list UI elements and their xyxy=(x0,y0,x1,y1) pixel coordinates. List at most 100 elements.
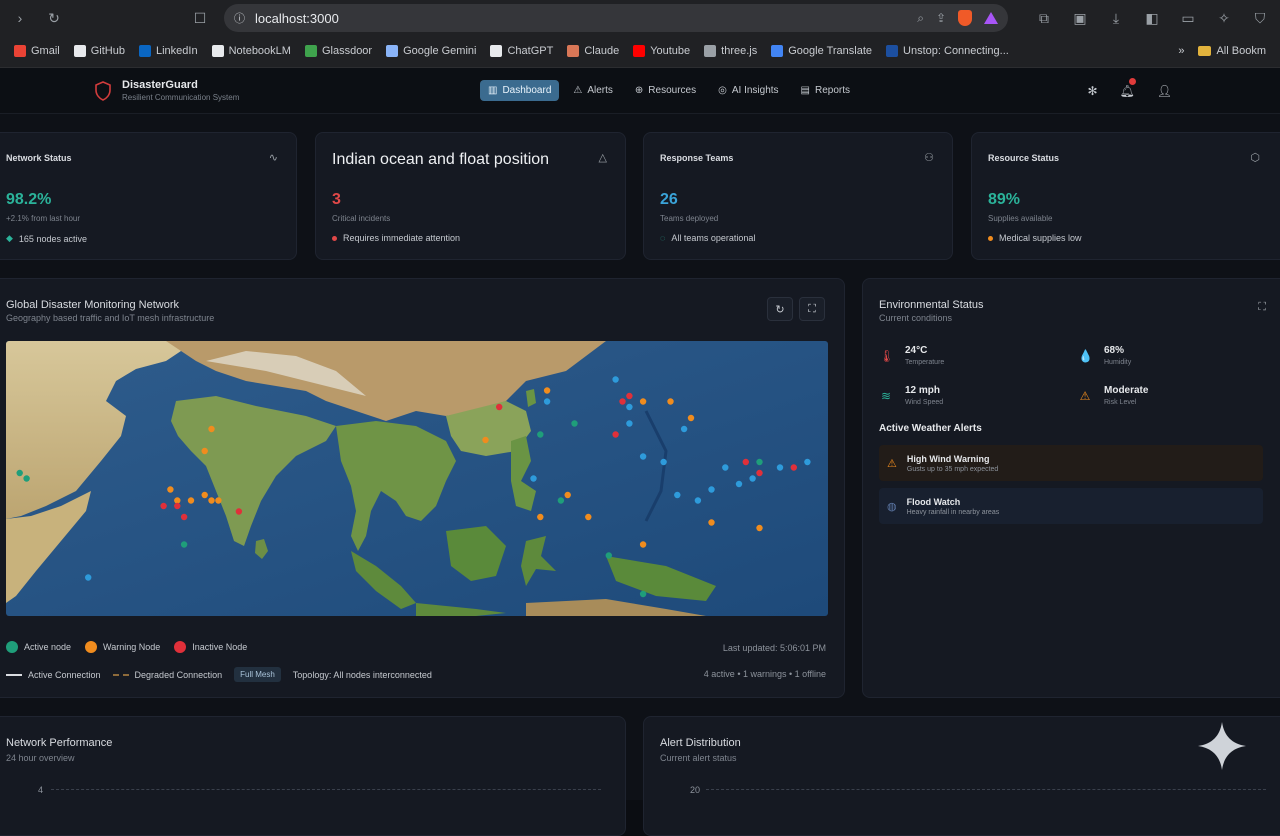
bookmark-star-icon[interactable]: ☐ xyxy=(188,6,212,30)
map-node-info[interactable] xyxy=(749,475,756,482)
nav-alerts[interactable]: ⚠ Alerts xyxy=(565,80,621,101)
map-node-info[interactable] xyxy=(804,458,811,466)
refresh-button[interactable]: ↻ xyxy=(767,297,793,321)
map-node-info[interactable] xyxy=(735,480,743,488)
map-node-inactive[interactable] xyxy=(742,458,749,466)
map-node-active[interactable] xyxy=(557,497,565,504)
map-node-active[interactable] xyxy=(180,541,188,548)
brave-shield-icon[interactable] xyxy=(958,10,972,26)
reading-mode-icon[interactable]: ▣ xyxy=(1068,6,1092,30)
map-node-info[interactable] xyxy=(680,425,688,433)
brave-rewards-icon[interactable] xyxy=(984,12,998,24)
map-node-warning[interactable] xyxy=(208,425,215,433)
map-node-info[interactable] xyxy=(708,486,715,493)
map-node-info[interactable] xyxy=(776,464,784,471)
map-node-active[interactable] xyxy=(605,552,612,559)
map-node-warning[interactable] xyxy=(201,491,208,499)
map-node-active[interactable] xyxy=(16,469,23,477)
share-icon[interactable]: ⇪ xyxy=(936,11,946,25)
forward-icon[interactable]: › xyxy=(8,6,32,30)
map-node-inactive[interactable] xyxy=(180,513,188,521)
bookmark-item[interactable]: Google Translate xyxy=(771,45,872,57)
map-node-info[interactable] xyxy=(530,475,537,482)
bookmarks-overflow-button[interactable]: » xyxy=(1178,45,1184,57)
nav-reports[interactable]: ▤ Reports xyxy=(793,80,858,101)
map-node-warning[interactable] xyxy=(639,541,647,548)
weather-alert[interactable]: ⚠ High Wind Warning Gusts up to 35 mph exp… xyxy=(879,445,1263,481)
brand[interactable]: DisasterGuard Resilient Communication Sy… xyxy=(94,79,480,102)
map-node-info[interactable] xyxy=(722,464,729,471)
map-node-inactive[interactable] xyxy=(496,403,503,411)
zoom-icon[interactable]: ⌕ xyxy=(917,11,924,26)
map-node-info[interactable] xyxy=(694,497,702,504)
map-node-inactive[interactable] xyxy=(790,464,797,471)
wallet-icon[interactable]: ▭ xyxy=(1176,6,1200,30)
gemini-sparkle-icon[interactable] xyxy=(1198,722,1246,770)
map-node-warning[interactable] xyxy=(174,497,181,504)
map-node-inactive[interactable] xyxy=(235,508,243,515)
nav-resources[interactable]: ⊕ Resources xyxy=(627,80,704,101)
user-icon[interactable]: 👤︎ xyxy=(1157,84,1172,98)
leo-ai-icon[interactable]: ✧ xyxy=(1212,6,1236,30)
map-node-warning[interactable] xyxy=(201,447,208,455)
map-node-info[interactable] xyxy=(626,403,633,411)
world-map[interactable] xyxy=(6,341,828,616)
map-node-warning[interactable] xyxy=(187,497,195,504)
map-node-warning[interactable] xyxy=(482,436,489,444)
bookmark-item[interactable]: Google Gemini xyxy=(386,45,476,57)
map-node-info[interactable] xyxy=(660,458,667,466)
map-node-inactive[interactable] xyxy=(174,502,181,510)
nav-dashboard[interactable]: ▥ Dashboard xyxy=(480,80,560,101)
map-node-warning[interactable] xyxy=(708,519,715,526)
map-node-warning[interactable] xyxy=(208,497,215,504)
nav-ai-insights[interactable]: ◎ AI Insights xyxy=(710,80,786,101)
map-node-warning[interactable] xyxy=(215,497,222,504)
bookmark-item[interactable]: GitHub xyxy=(73,45,125,57)
map-node-warning[interactable] xyxy=(585,513,592,521)
map-node-info[interactable] xyxy=(543,398,551,405)
map-node-info[interactable] xyxy=(626,420,633,427)
all-bookmarks-folder[interactable]: All Bookm xyxy=(1198,45,1266,57)
vpn-icon[interactable]: ⛉ xyxy=(1248,6,1272,30)
settings-icon[interactable]: ✻ xyxy=(1087,84,1097,98)
map-node-active[interactable] xyxy=(537,431,544,438)
map-node-warning[interactable] xyxy=(167,486,174,493)
bookmark-item[interactable]: NotebookLM xyxy=(211,45,291,57)
bookmark-item[interactable]: Glassdoor xyxy=(304,45,372,57)
bookmark-item[interactable]: LinkedIn xyxy=(138,45,198,57)
map-node-warning[interactable] xyxy=(564,491,571,499)
map-node-warning[interactable] xyxy=(639,398,647,405)
map-node-info[interactable] xyxy=(85,574,92,581)
url-text[interactable]: localhost:3000 xyxy=(255,11,907,26)
bookmark-item[interactable]: Youtube xyxy=(633,45,690,57)
map-node-warning[interactable] xyxy=(537,513,544,521)
sidebar-icon[interactable]: ◧ xyxy=(1140,6,1164,30)
reload-icon[interactable]: ↻ xyxy=(42,6,66,30)
map-node-inactive[interactable] xyxy=(756,469,763,477)
map-node-active[interactable] xyxy=(639,590,647,598)
map-node-inactive[interactable] xyxy=(160,502,167,510)
map-node-inactive[interactable] xyxy=(626,392,633,400)
map-node-active[interactable] xyxy=(23,475,30,482)
map-node-inactive[interactable] xyxy=(619,398,626,405)
site-info-icon[interactable]: ⓘ xyxy=(234,10,245,26)
map-node-active[interactable] xyxy=(756,458,763,466)
map-node-info[interactable] xyxy=(639,453,647,460)
weather-alert[interactable]: ◍ Flood Watch Heavy rainfall in nearby are… xyxy=(879,488,1263,524)
map-node-inactive[interactable] xyxy=(612,431,619,438)
bookmark-item[interactable]: ChatGPT xyxy=(490,45,553,57)
bookmark-item[interactable]: Unstop: Connecting... xyxy=(886,45,1009,57)
fullscreen-button[interactable]: ⛶ xyxy=(799,297,825,321)
map-node-warning[interactable] xyxy=(756,524,763,532)
bookmark-item[interactable]: Gmail xyxy=(14,45,60,57)
extensions-icon[interactable]: ⧉ xyxy=(1032,6,1056,30)
map-node-warning[interactable] xyxy=(667,398,674,405)
map-node-warning[interactable] xyxy=(543,387,551,394)
bookmark-item[interactable]: three.js xyxy=(704,45,757,57)
map-node-warning[interactable] xyxy=(687,414,695,422)
download-icon[interactable]: ⤓ xyxy=(1104,6,1128,30)
expand-icon[interactable]: ⛶ xyxy=(1258,301,1266,314)
map-node-active[interactable] xyxy=(571,420,578,427)
map-node-info[interactable] xyxy=(612,376,619,383)
address-bar[interactable]: ⓘ localhost:3000 ⌕ ⇪ xyxy=(224,4,1008,32)
